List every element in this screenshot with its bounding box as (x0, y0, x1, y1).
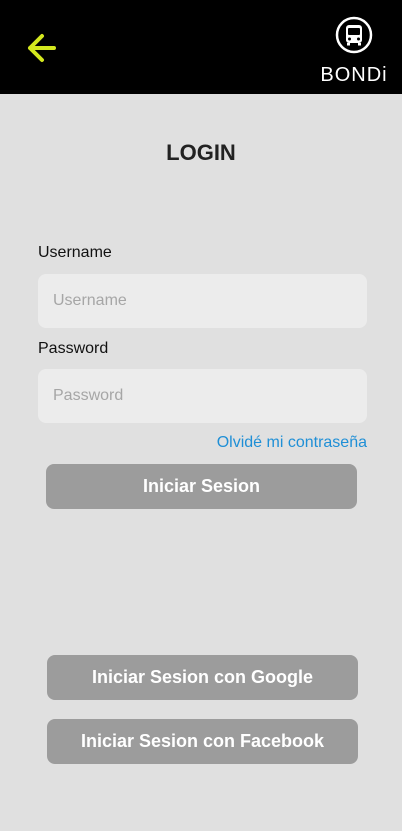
brand-name: BONDi (320, 64, 388, 86)
username-label: Username (38, 244, 112, 261)
app-header: BONDi (0, 0, 402, 94)
page-title: LOGIN (166, 140, 236, 165)
username-input[interactable] (38, 274, 367, 328)
forgot-password-link[interactable]: Olvidé mi contraseña (217, 434, 367, 452)
google-login-button[interactable]: Iniciar Sesion con Google (47, 655, 358, 700)
password-label: Password (38, 340, 109, 357)
bus-icon (335, 16, 373, 54)
login-button[interactable]: Iniciar Sesion (46, 464, 357, 509)
back-button[interactable] (22, 28, 62, 68)
arrow-left-icon (28, 34, 56, 62)
password-input[interactable] (38, 369, 367, 423)
brand-logo: BONDi (314, 12, 394, 90)
facebook-login-button[interactable]: Iniciar Sesion con Facebook (47, 719, 358, 764)
